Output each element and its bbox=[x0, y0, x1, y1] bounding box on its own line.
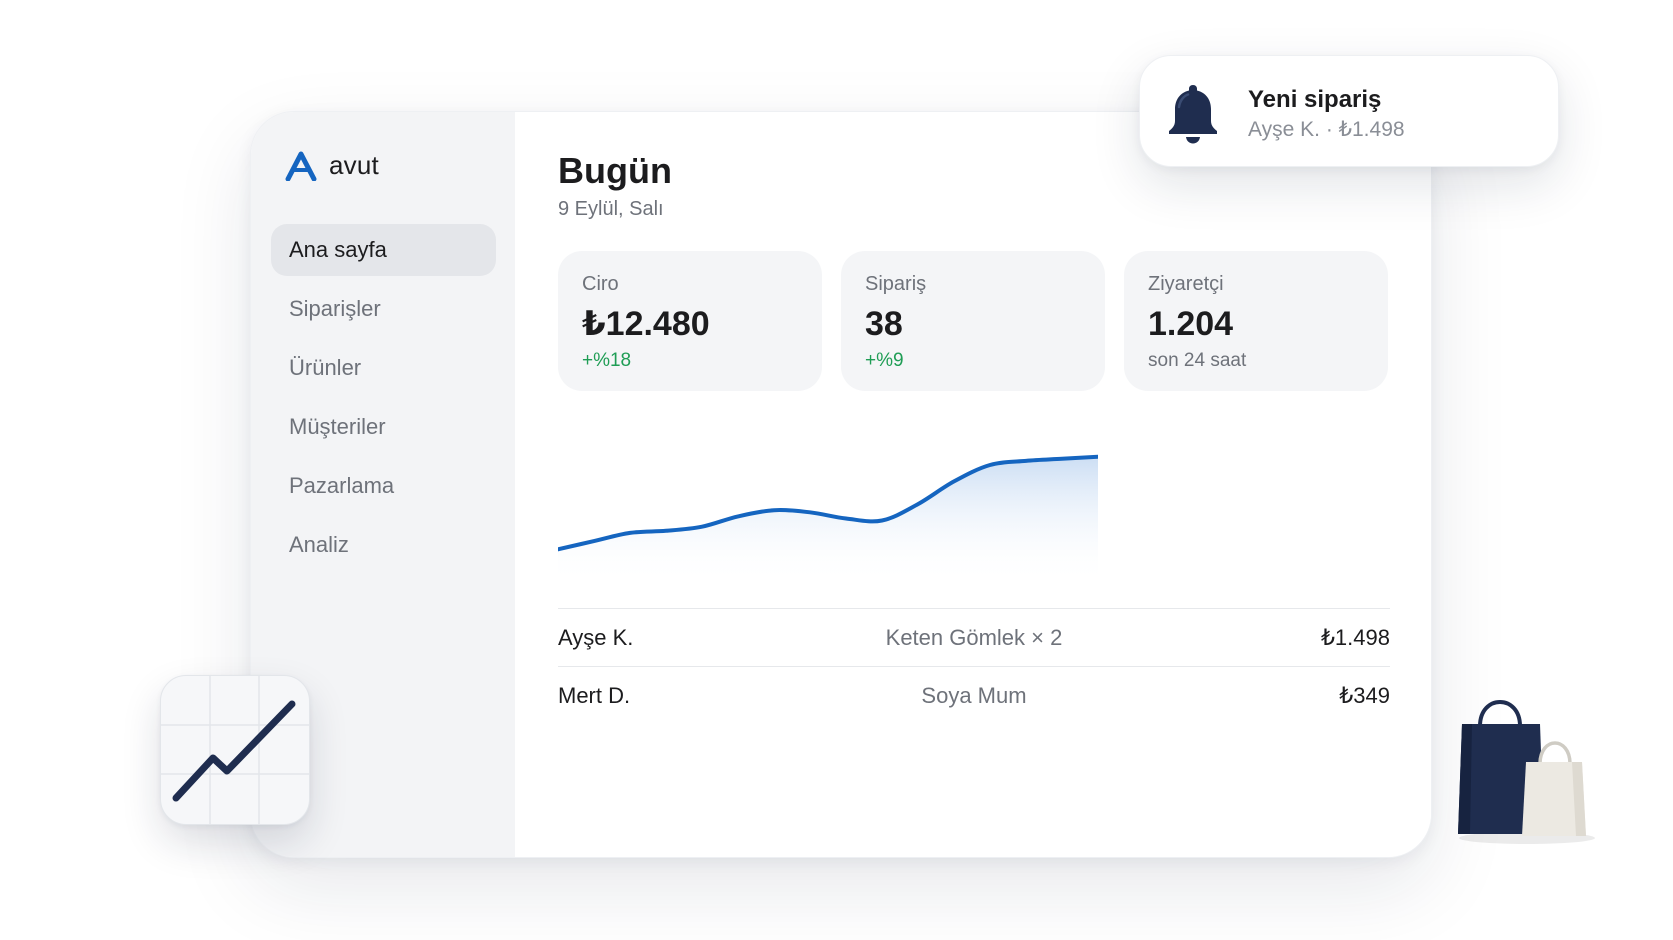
sidebar-item-musteriler[interactable]: Müşteriler bbox=[271, 401, 496, 453]
sidebar-item-siparisler[interactable]: Siparişler bbox=[271, 283, 496, 335]
order-total: ₺349 bbox=[1339, 682, 1390, 708]
trend-up-icon bbox=[161, 676, 309, 824]
revenue-chart-svg bbox=[556, 454, 1100, 584]
stat-value: 38 bbox=[865, 305, 903, 343]
notification-toast[interactable]: Yeni sipariş Ayşe K. · ₺1.498 bbox=[1139, 55, 1559, 167]
dashboard-window: avut Ana sayfa Siparişler Ürünler Müşter… bbox=[250, 111, 1432, 858]
order-customer: Mert D. bbox=[558, 682, 631, 708]
shopping-bags-icon bbox=[1458, 700, 1595, 844]
table-row[interactable]: Ayşe K. Keten Gömlek × 2 ₺1.498 bbox=[558, 608, 1390, 666]
sidebar-item-analiz[interactable]: Analiz bbox=[271, 519, 496, 571]
stat-card-ziyaretci[interactable]: Ziyaretçi 1.204 son 24 saat bbox=[1124, 251, 1388, 391]
stat-label: Ciro bbox=[582, 273, 619, 295]
stat-value: 1.204 bbox=[1148, 305, 1234, 343]
stat-label: Sipariş bbox=[865, 273, 927, 295]
table-row[interactable]: Mert D. Soya Mum ₺349 bbox=[558, 666, 1390, 724]
chart-area-fill bbox=[558, 456, 1098, 584]
recent-orders: Ayşe K. Keten Gömlek × 2 ₺1.498 Mert D. … bbox=[558, 608, 1390, 724]
brand[interactable]: avut bbox=[285, 150, 379, 181]
sidebar-nav: Ana sayfa Siparişler Ürünler Müşteriler … bbox=[271, 224, 496, 578]
page-title: Bugün bbox=[558, 150, 672, 191]
stat-change: +%9 bbox=[865, 350, 904, 371]
order-customer: Ayşe K. bbox=[558, 624, 634, 650]
order-total: ₺1.498 bbox=[1320, 624, 1390, 650]
notification-text: Ayşe K. · ₺1.498 bbox=[1248, 118, 1405, 141]
stage: avut Ana sayfa Siparişler Ürünler Müşter… bbox=[0, 0, 1673, 940]
sidebar-item-urunler[interactable]: Ürünler bbox=[271, 342, 496, 394]
sidebar-item-pazarlama[interactable]: Pazarlama bbox=[271, 460, 496, 512]
brand-a-icon bbox=[285, 151, 317, 181]
notification-title: Yeni sipariş bbox=[1248, 86, 1382, 113]
brand-name: avut bbox=[329, 150, 379, 180]
stats-row: Ciro ₺12.480 +%18 Sipariş 38 +%9 Ziyaret… bbox=[558, 251, 1388, 391]
trend-up-tile bbox=[160, 675, 310, 825]
stat-value: ₺12.480 bbox=[582, 305, 710, 343]
main-content: Bugün 9 Eylül, Salı Ciro ₺12.480 +%18 Si… bbox=[515, 112, 1431, 857]
revenue-chart bbox=[556, 424, 1100, 584]
bell-icon bbox=[1169, 85, 1217, 144]
sidebar-item-ana-sayfa[interactable]: Ana sayfa bbox=[271, 224, 496, 276]
stat-card-ciro[interactable]: Ciro ₺12.480 +%18 bbox=[558, 251, 822, 391]
stat-period: son 24 saat bbox=[1148, 350, 1247, 371]
stat-label: Ziyaretçi bbox=[1148, 273, 1224, 295]
stat-card-siparis[interactable]: Sipariş 38 +%9 bbox=[841, 251, 1105, 391]
stat-change: +%18 bbox=[582, 350, 632, 371]
page-date: 9 Eylül, Salı bbox=[558, 198, 664, 220]
